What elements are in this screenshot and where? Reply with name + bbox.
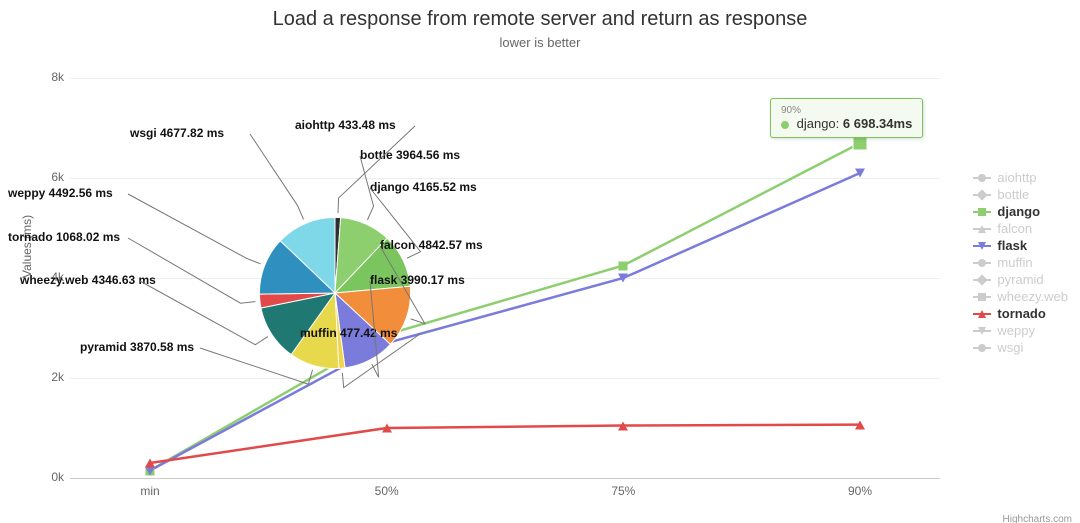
legend-item-muffin[interactable]: muffin <box>973 255 1068 270</box>
legend-label: muffin <box>997 255 1032 270</box>
y-tick-label: 0k <box>40 470 64 484</box>
legend-label: flask <box>997 238 1027 253</box>
series-marker-flask[interactable] <box>855 169 865 178</box>
legend-item-pyramid[interactable]: pyramid <box>973 272 1068 287</box>
pie-chart <box>250 208 420 378</box>
y-tick-label: 6k <box>40 170 64 184</box>
tooltip: 90% django: 6 698.34ms <box>770 98 923 138</box>
pie-connector <box>140 281 268 345</box>
gridline <box>70 278 940 279</box>
x-tick-label: 90% <box>830 484 890 498</box>
tooltip-series: django <box>797 116 836 131</box>
y-tick-label: 8k <box>40 70 64 84</box>
pie-label-flask: flask 3990.17 ms <box>370 273 465 287</box>
y-tick-label: 2k <box>40 370 64 384</box>
legend-item-wsgi[interactable]: wsgi <box>973 340 1068 355</box>
pie-connector <box>250 134 304 219</box>
series-marker-django[interactable] <box>619 261 628 270</box>
series-marker-tornado[interactable] <box>618 421 628 430</box>
series-marker-tornado[interactable] <box>382 424 392 433</box>
pie-label-muffin: muffin 477.42 ms <box>300 326 397 340</box>
legend-label: bottle <box>997 187 1029 202</box>
gridline <box>70 178 940 179</box>
plot-area: 0k2k4k6k8k min50%75%90% aiohttp 433.48 m… <box>70 78 940 478</box>
legend-item-tornado[interactable]: tornado <box>973 306 1068 321</box>
series-line-tornado[interactable] <box>150 425 860 463</box>
pie-label-weppy: weppy 4492.56 ms <box>8 186 113 200</box>
legend-label: weppy <box>997 323 1035 338</box>
tooltip-value: 6 698.34ms <box>843 116 912 131</box>
pie-connector <box>128 194 261 264</box>
x-tick-label: 50% <box>357 484 417 498</box>
pie-label-aiohttp: aiohttp 433.48 ms <box>295 118 396 132</box>
x-tick-label: min <box>120 484 180 498</box>
gridline <box>70 78 940 79</box>
series-marker-tornado[interactable] <box>855 420 865 429</box>
legend-label: pyramid <box>997 272 1043 287</box>
pie-label-bottle: bottle 3964.56 ms <box>360 148 460 162</box>
pie-label-tornado: tornado 1068.02 ms <box>8 230 120 244</box>
pie-connector <box>338 126 415 213</box>
pie-label-falcon: falcon 4842.57 ms <box>380 238 483 252</box>
x-axis-line <box>70 478 940 479</box>
legend-item-weppy[interactable]: weppy <box>973 323 1068 338</box>
chart-subtitle: lower is better <box>0 35 1080 50</box>
legend-item-wheezy.web[interactable]: wheezy.web <box>973 289 1068 304</box>
pie-connector <box>128 238 255 303</box>
pie-label-pyramid: pyramid 3870.58 ms <box>80 340 194 354</box>
legend-item-bottle[interactable]: bottle <box>973 187 1068 202</box>
legend-item-aiohttp[interactable]: aiohttp <box>973 170 1068 185</box>
series-marker-tornado[interactable] <box>145 459 155 468</box>
legend-label: falcon <box>997 221 1032 236</box>
x-tick-label: 75% <box>593 484 653 498</box>
legend: aiohttp bottle django falcon flask muffin pyra… <box>973 168 1068 357</box>
legend-item-django[interactable]: django <box>973 204 1068 219</box>
legend-label: aiohttp <box>997 170 1036 185</box>
series-marker-flask[interactable] <box>618 274 628 283</box>
legend-item-falcon[interactable]: falcon <box>973 221 1068 236</box>
legend-item-flask[interactable]: flask <box>973 238 1068 253</box>
pie-label-wheezy.web: wheezy.web 4346.63 ms <box>20 273 156 287</box>
y-axis-title: Values (ms) <box>20 215 34 278</box>
legend-label: django <box>997 204 1040 219</box>
chart-credits[interactable]: Highcharts.com <box>1003 514 1072 523</box>
legend-label: wsgi <box>997 340 1023 355</box>
tooltip-category: 90% <box>781 105 912 116</box>
legend-label: tornado <box>997 306 1045 321</box>
pie-label-wsgi: wsgi 4677.82 ms <box>130 126 224 140</box>
chart-title: Load a response from remote server and r… <box>0 8 1080 31</box>
tooltip-dot <box>781 121 789 129</box>
pie-label-django: django 4165.52 ms <box>370 180 477 194</box>
legend-label: wheezy.web <box>997 289 1068 304</box>
gridline <box>70 378 940 379</box>
